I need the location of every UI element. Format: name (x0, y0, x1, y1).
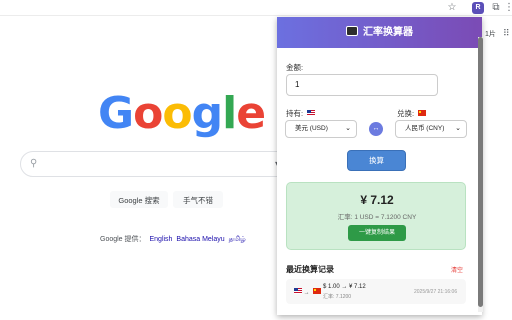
result-panel: ¥ 7.12 汇率: 1 USD = 7.1200 CNY 一键复制结果 (286, 182, 466, 250)
us-flag-icon (307, 110, 316, 116)
chevron-down-icon: ⌄ (345, 125, 351, 132)
convert-button[interactable]: 换算 (347, 150, 406, 171)
to-label: 兑换: (397, 108, 427, 119)
logo-letter: g (191, 88, 223, 139)
header-partial-text[interactable]: 1片 (485, 29, 496, 39)
logo-letter: l (222, 88, 237, 139)
from-currency-select[interactable]: 美元 (USD) ⌄ (285, 120, 357, 138)
exchange-icon (346, 26, 358, 36)
google-search-button[interactable]: Google 搜索 (110, 191, 168, 208)
swap-button[interactable]: ↔ (369, 122, 383, 136)
result-rate: 汇率: 1 USD = 7.1200 CNY (337, 214, 417, 221)
history-flags: → (292, 288, 322, 296)
apps-grid-icon[interactable]: ⠿ (503, 28, 510, 39)
amount-input[interactable]: 1 (286, 74, 438, 96)
language-offer: Google 提供： English Bahasa Melayu தமிழ் (100, 234, 246, 244)
cn-flag-icon (313, 288, 322, 294)
lucky-button[interactable]: 手气不错 (173, 191, 223, 208)
language-link-malay[interactable]: Bahasa Melayu (176, 236, 224, 243)
to-currency-select[interactable]: 人民币 (CNY) ⌄ (395, 120, 467, 138)
history-time: 2025/9/27 21:16:06 (414, 289, 458, 295)
copy-result-button[interactable]: 一键复制结果 (348, 225, 406, 241)
logo-letter: o (133, 88, 163, 139)
extension-icon[interactable]: R (472, 2, 484, 14)
amount-label: 金额: (286, 63, 304, 72)
star-icon[interactable]: ☆ (446, 2, 458, 14)
logo-letter: G (98, 88, 134, 139)
search-input[interactable]: ⚲ ▾ (20, 151, 290, 177)
chevron-down-icon: ⌄ (455, 125, 461, 132)
scrollbar-thumb[interactable] (478, 37, 483, 307)
popup-title: 汇率换算器 (363, 27, 413, 38)
google-logo: Google (98, 88, 266, 139)
language-link-tamil[interactable]: தமிழ் (229, 236, 246, 243)
history-conversion: $ 1.00 → ¥ 7.12 (323, 284, 366, 290)
language-prefix: Google 提供： (100, 236, 146, 243)
browser-toolbar: ☆ R ⧉ ⋮ (0, 0, 512, 16)
logo-letter: e (236, 88, 266, 139)
clear-history-button[interactable]: 清空 (451, 265, 463, 274)
result-amount: ¥ 7.12 (360, 193, 394, 207)
logo-letter: o (162, 88, 192, 139)
cn-flag-icon (418, 110, 427, 116)
popup-header: 汇率换算器 (277, 17, 482, 48)
us-flag-icon (294, 288, 302, 294)
puzzle-icon[interactable]: ⧉ (490, 2, 502, 14)
language-link-english[interactable]: English (149, 236, 172, 243)
browser-window: ☆ R ⧉ ⋮ 1片 ⠿ Google ⚲ ▾ Google 搜索 手气不错 G… (0, 0, 512, 320)
kebab-icon[interactable]: ⋮ (504, 2, 512, 14)
currency-converter-popup: 汇率换算器 金额: 1 持有: 兑换: 美元 (USD) ⌄ ↔ 人民币 (CNY… (277, 17, 482, 315)
history-item[interactable]: → $ 1.00 → ¥ 7.12 汇率: 7.1200 2025/9/27 2… (286, 279, 466, 304)
history-rate: 汇率: 7.1200 (323, 294, 352, 300)
search-icon: ⚲ (30, 158, 38, 169)
from-label: 持有: (286, 108, 316, 119)
history-title: 最近换算记录 (286, 265, 334, 274)
